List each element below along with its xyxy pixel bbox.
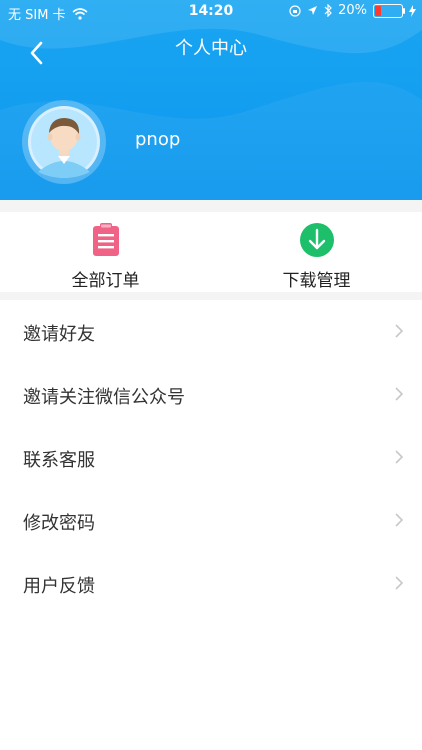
settings-menu: 邀请好友 邀请关注微信公众号 联系客服 修改密码 用户反馈 — [0, 300, 422, 615]
profile-header: 无 SIM 卡 14:20 20% 个人中心 pnop — [0, 0, 422, 200]
section-divider — [0, 200, 422, 212]
menu-item-follow-wechat[interactable]: 邀请关注微信公众号 — [0, 363, 422, 426]
user-avatar-icon — [28, 106, 100, 178]
username: pnop — [135, 129, 181, 150]
bluetooth-icon — [324, 4, 332, 17]
shortcut-bar: 全部订单 下载管理 — [0, 212, 422, 296]
avatar[interactable] — [22, 100, 106, 184]
download-manager-label: 下载管理 — [282, 271, 351, 291]
menu-item-contact-support[interactable]: 联系客服 — [0, 426, 422, 489]
charging-bolt-icon — [409, 4, 416, 17]
menu-item-label: 用户反馈 — [23, 576, 95, 597]
status-bar: 无 SIM 卡 14:20 20% — [0, 0, 422, 24]
chevron-right-icon — [395, 324, 404, 338]
menu-item-label: 邀请好友 — [23, 324, 95, 345]
menu-item-label: 联系客服 — [23, 450, 95, 471]
chevron-right-icon — [395, 513, 404, 527]
chevron-right-icon — [395, 450, 404, 464]
download-icon — [299, 223, 334, 257]
menu-item-label: 修改密码 — [23, 513, 95, 534]
chevron-right-icon — [395, 387, 404, 401]
location-icon — [308, 6, 318, 15]
all-orders-label: 全部订单 — [71, 271, 140, 291]
menu-item-change-password[interactable]: 修改密码 — [0, 489, 422, 552]
menu-item-feedback[interactable]: 用户反馈 — [0, 552, 422, 615]
chevron-right-icon — [395, 576, 404, 590]
all-orders-button[interactable]: 全部订单 — [0, 212, 211, 296]
menu-item-label: 邀请关注微信公众号 — [23, 387, 185, 408]
download-manager-button[interactable]: 下载管理 — [211, 212, 422, 296]
clipboard-icon — [92, 223, 119, 256]
page-title: 个人中心 — [175, 38, 247, 59]
section-divider — [0, 292, 422, 300]
rotation-lock-icon — [289, 4, 301, 17]
menu-item-invite-friends[interactable]: 邀请好友 — [0, 300, 422, 363]
battery-icon — [373, 3, 405, 18]
battery-percent: 20% — [338, 3, 367, 18]
